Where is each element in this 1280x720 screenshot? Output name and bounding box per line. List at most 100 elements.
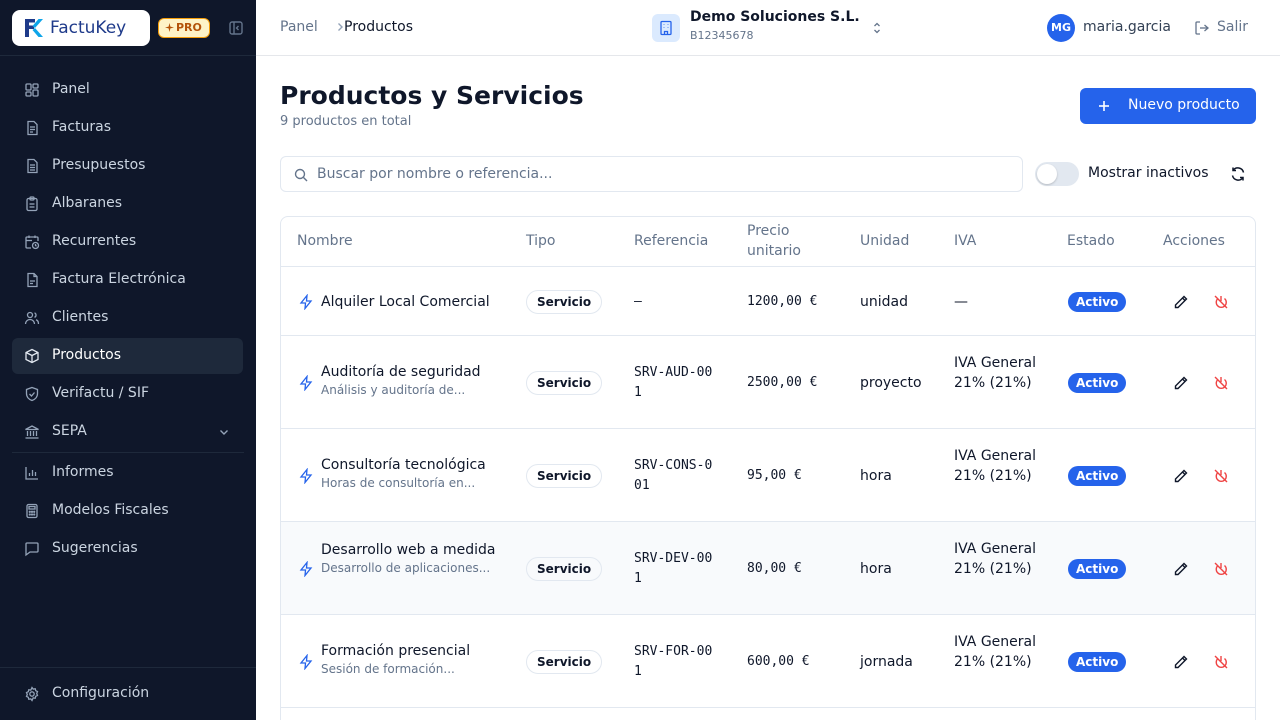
- table-row[interactable]: Consultoría tecnológica Horas de consulto…: [281, 429, 1255, 522]
- user-avatar[interactable]: MG: [1047, 14, 1075, 42]
- price-cell: 80,00 €: [747, 561, 802, 576]
- column-header-nombre[interactable]: Nombre: [297, 231, 353, 251]
- search-icon: [294, 168, 308, 182]
- e-invoice-icon: [27, 272, 38, 288]
- deactivate-icon[interactable]: [1213, 468, 1229, 484]
- show-inactive-toggle[interactable]: [1035, 162, 1079, 186]
- refresh-icon[interactable]: [1229, 165, 1247, 183]
- company-switcher[interactable]: Demo Soluciones S.L. B12345678: [652, 9, 888, 46]
- breadcrumb-current: Productos: [344, 19, 414, 35]
- logo-mark-icon: [25, 19, 43, 37]
- calculator-icon: [26, 503, 38, 519]
- unit-cell: jornada: [860, 654, 913, 670]
- products-table: Nombre Tipo Referencia Precio unitario U…: [280, 216, 1256, 720]
- status-badge: Activo: [1068, 292, 1127, 312]
- company-nif: B12345678: [690, 29, 754, 42]
- toggle-knob: [1037, 164, 1057, 184]
- column-header-precio[interactable]: Precio unitario: [747, 221, 827, 261]
- breadcrumb-link-panel[interactable]: Panel: [280, 19, 318, 35]
- status-badge: Activo: [1068, 559, 1127, 579]
- sidebar-item-recurrentes[interactable]: Recurrentes: [12, 224, 243, 260]
- table-row[interactable]: [281, 708, 1255, 720]
- status-badge: Activo: [1068, 373, 1127, 393]
- search-box: [280, 156, 1023, 192]
- unit-cell: unidad: [860, 294, 908, 310]
- deactivate-icon[interactable]: [1213, 561, 1229, 577]
- top-bar: Panel Productos Demo Soluciones S.L. B12…: [256, 0, 1280, 56]
- new-product-label: Nuevo producto: [1128, 97, 1240, 113]
- column-header-acciones: Acciones: [1163, 233, 1225, 249]
- table-row[interactable]: Auditoría de seguridad Análisis y auditor…: [281, 336, 1255, 429]
- table-row[interactable]: Desarrollo web a medida Desarrollo de apl…: [281, 522, 1255, 615]
- sidebar-item-modelos-fiscales[interactable]: Modelos Fiscales: [12, 493, 243, 529]
- edit-icon[interactable]: [1173, 561, 1189, 577]
- column-header-referencia[interactable]: Referencia: [634, 231, 708, 251]
- sidebar-item-label: Albaranes: [52, 195, 123, 211]
- gear-icon: [25, 686, 39, 702]
- chevrons-up-down-icon: [874, 22, 880, 34]
- package-icon: [25, 348, 39, 364]
- chevron-down-icon[interactable]: [217, 425, 231, 439]
- new-product-button[interactable]: Nuevo producto: [1080, 88, 1256, 124]
- collapse-sidebar-icon[interactable]: [228, 20, 244, 36]
- column-header-estado[interactable]: Estado: [1067, 231, 1115, 251]
- product-name-cell: Consultoría tecnológica Horas de consulto…: [321, 455, 501, 491]
- company-avatar: [652, 14, 680, 42]
- reference-cell: SRV-DEV-001: [634, 551, 713, 586]
- logout-label: Salir: [1217, 19, 1249, 35]
- sidebar-item-label: Productos: [52, 347, 122, 363]
- edit-icon[interactable]: [1173, 654, 1189, 670]
- edit-icon[interactable]: [1173, 375, 1189, 391]
- status-badge: Activo: [1068, 466, 1127, 486]
- sidebar-item-sugerencias[interactable]: Sugerencias: [12, 531, 243, 567]
- sidebar-item-presupuestos[interactable]: Presupuestos: [12, 148, 243, 184]
- sidebar-item-verifactu[interactable]: Verifactu / SIF: [12, 376, 243, 412]
- product-description: Análisis y auditoría de...: [321, 383, 466, 397]
- logout-button[interactable]: Salir: [1194, 17, 1254, 39]
- sidebar-item-factura-electronica[interactable]: Factura Electrónica: [12, 262, 243, 298]
- column-header-tipo[interactable]: Tipo: [526, 231, 555, 251]
- product-name[interactable]: Alquiler Local Comercial: [321, 292, 501, 312]
- product-name-cell: Auditoría de seguridad Análisis y auditor…: [321, 362, 501, 398]
- deactivate-icon[interactable]: [1213, 294, 1229, 310]
- table-row[interactable]: Formación presencial Sesión de formación.…: [281, 615, 1255, 708]
- table-row[interactable]: Alquiler Local Comercial Servicio — 1200,00…: [281, 267, 1255, 336]
- price-cell: 2500,00 €: [747, 375, 818, 390]
- sidebar-item-productos[interactable]: Productos: [12, 338, 243, 374]
- column-header-iva[interactable]: IVA: [954, 231, 976, 251]
- edit-icon[interactable]: [1173, 294, 1189, 310]
- product-name[interactable]: Consultoría tecnológica: [321, 455, 501, 475]
- deactivate-icon[interactable]: [1213, 654, 1229, 670]
- sidebar-item-configuracion[interactable]: Configuración: [12, 676, 243, 712]
- sidebar-item-label: Modelos Fiscales: [52, 502, 169, 518]
- product-name[interactable]: Desarrollo web a medida: [321, 540, 501, 560]
- product-name[interactable]: Formación presencial: [321, 641, 501, 661]
- sidebar-item-label: Verifactu / SIF: [52, 385, 150, 401]
- reference-cell: —: [634, 294, 642, 309]
- product-name-cell: Alquiler Local Comercial: [321, 292, 501, 312]
- search-input[interactable]: [317, 158, 1007, 190]
- edit-icon[interactable]: [1173, 468, 1189, 484]
- deactivate-icon[interactable]: [1213, 375, 1229, 391]
- product-name[interactable]: Auditoría de seguridad: [321, 362, 501, 382]
- service-bolt-icon: [298, 467, 314, 485]
- sidebar-item-label: Presupuestos: [52, 157, 146, 173]
- company-name: Demo Soluciones S.L.: [690, 9, 860, 25]
- service-bolt-icon: [298, 374, 314, 392]
- sidebar-item-clientes[interactable]: Clientes: [12, 300, 243, 336]
- invoice-icon: [27, 120, 38, 136]
- breadcrumb: Panel Productos: [280, 19, 413, 35]
- table-header: Nombre Tipo Referencia Precio unitario U…: [281, 217, 1255, 267]
- sidebar-item-panel[interactable]: Panel: [12, 72, 243, 108]
- user-name[interactable]: maria.garcia: [1083, 19, 1171, 35]
- clipboard-icon: [26, 196, 38, 212]
- sidebar-item-facturas[interactable]: Facturas: [12, 110, 243, 146]
- product-description: Sesión de formación...: [321, 662, 455, 676]
- product-description: Horas de consultoría en...: [321, 476, 476, 490]
- sidebar-item-informes[interactable]: Informes: [12, 455, 243, 491]
- factukey-logo[interactable]: FactuKey: [12, 10, 150, 46]
- sidebar-item-label: Panel: [52, 81, 90, 97]
- sidebar-item-sepa[interactable]: SEPA: [12, 414, 243, 450]
- column-header-unidad[interactable]: Unidad: [860, 231, 909, 251]
- sidebar-item-albaranes[interactable]: Albaranes: [12, 186, 243, 222]
